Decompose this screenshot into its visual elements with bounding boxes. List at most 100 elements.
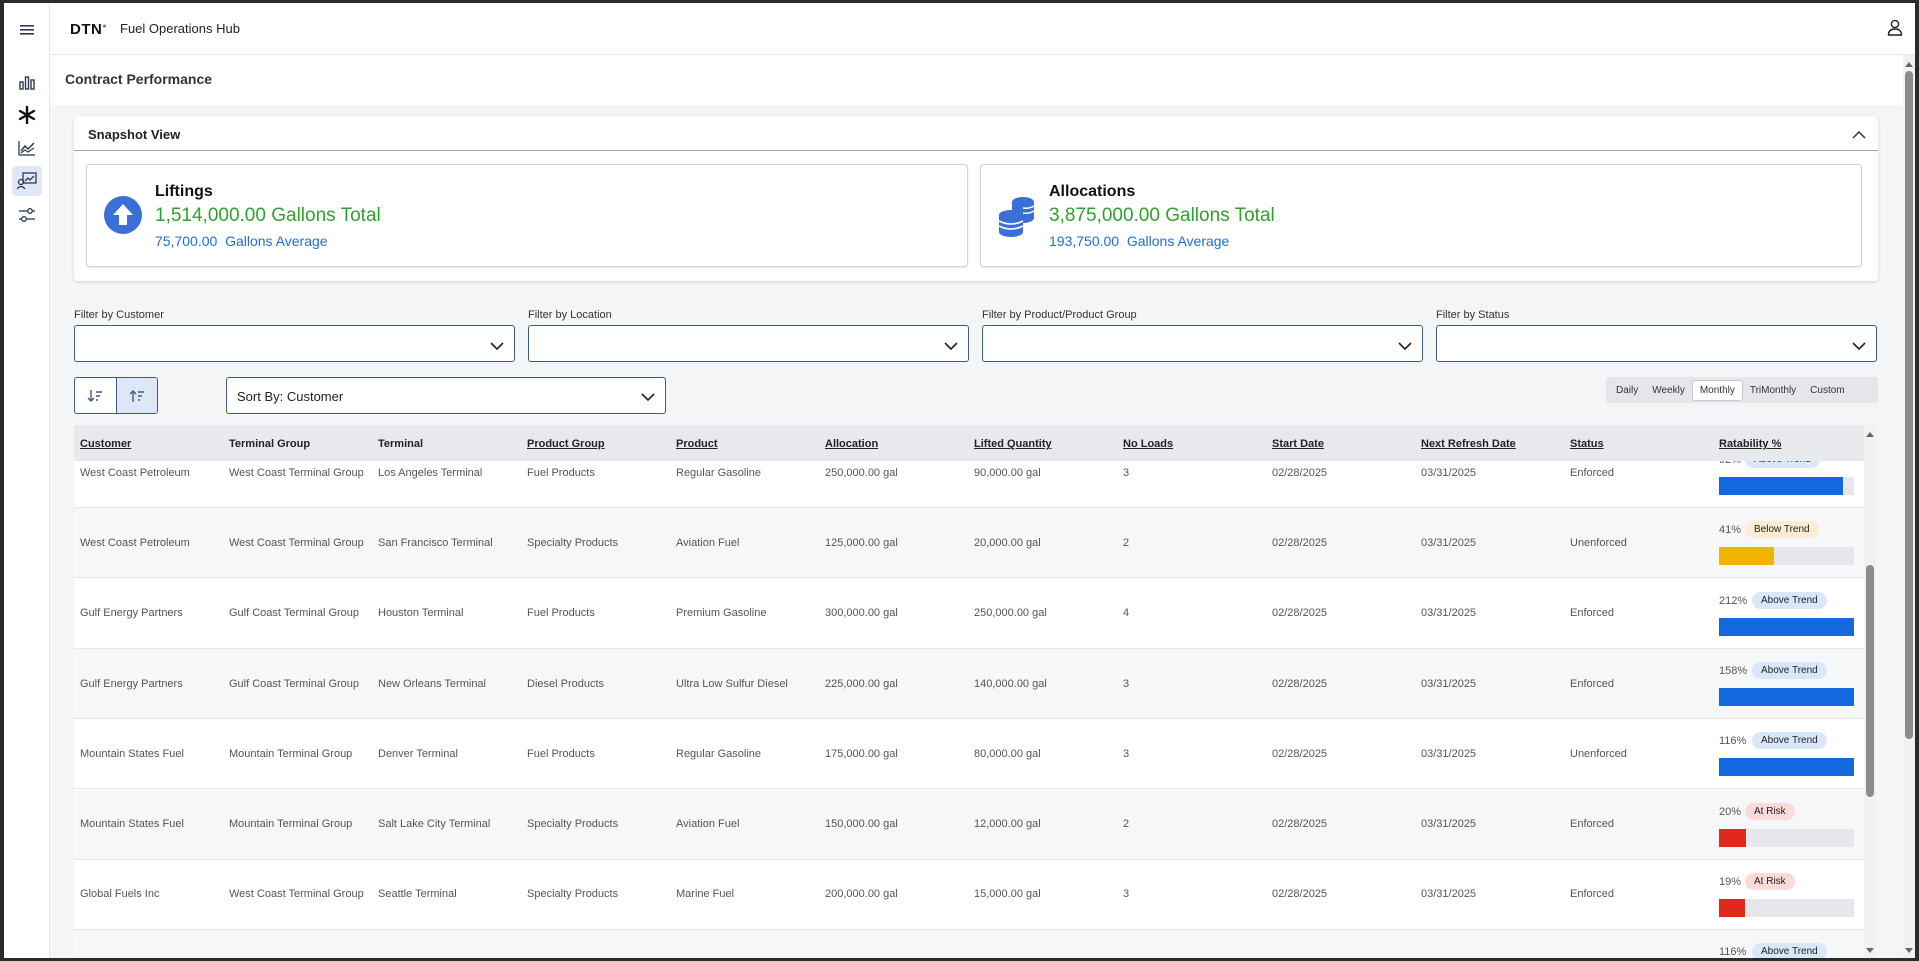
trend-badge: Above Trend: [1752, 661, 1827, 679]
cell-product-group: Fuel Products: [527, 607, 595, 620]
filter-customer-select[interactable]: [74, 325, 515, 362]
allocations-total: 3,875,000.00 Gallons Total: [1049, 205, 1275, 226]
trend-badge: At Risk: [1745, 802, 1795, 820]
table-row[interactable]: Mountain States Fuel Mountain Terminal Gr…: [74, 719, 1864, 790]
cell-allocation: [825, 930, 965, 958]
chevron-down-icon: [641, 390, 655, 405]
cell-start: 02/28/2025: [1272, 818, 1328, 831]
cell-terminal: Denver Terminal: [378, 747, 458, 760]
cell-customer: [80, 930, 220, 958]
period-toggle: Daily Weekly Monthly TriMonthly Custom: [1606, 377, 1878, 403]
cell-allocation: 225,000.00 gal: [825, 677, 898, 690]
ratability-bar-fill: [1719, 758, 1854, 777]
filter-location: Filter by Location: [528, 309, 969, 362]
left-nav-rail: [4, 3, 50, 958]
line-chart-icon[interactable]: [12, 133, 42, 163]
cell-terminal: Seattle Terminal: [378, 888, 457, 901]
page-title: Contract Performance: [65, 71, 213, 87]
cell-loads: 3: [1123, 747, 1130, 760]
menu-icon[interactable]: [12, 15, 42, 45]
trend-badge: Above Trend: [1752, 732, 1827, 750]
liftings-label: Liftings: [155, 183, 213, 200]
filter-product-label: Filter by Product/Product Group: [982, 309, 1137, 321]
col-next-refresh-date[interactable]: Next Refresh Date: [1421, 438, 1516, 450]
col-customer[interactable]: Customer: [80, 438, 131, 450]
cell-terminal-group: Gulf Coast Terminal Group: [229, 607, 360, 620]
filter-status-select[interactable]: [1436, 325, 1877, 362]
sort-desc-icon: [87, 389, 103, 402]
cell-status: Enforced: [1570, 677, 1615, 690]
ratability-bar-fill: [1719, 547, 1775, 566]
cell-loads: 3: [1123, 677, 1130, 690]
col-no-loads[interactable]: No Loads: [1123, 438, 1173, 450]
user-icon[interactable]: [1887, 19, 1903, 41]
cell-allocation: 125,000.00 gal: [825, 536, 898, 549]
col-status[interactable]: Status: [1570, 438, 1604, 450]
table-row[interactable]: Gulf Energy Partners Gulf Coast Terminal …: [74, 648, 1864, 719]
bar-chart-icon[interactable]: [12, 67, 42, 97]
cell-product: Ultra Low Sulfur Diesel: [676, 677, 788, 690]
chevron-up-icon[interactable]: [1852, 126, 1866, 144]
cell-refresh: 03/31/2025: [1421, 818, 1477, 831]
cell-lifted: 80,000.00 gal: [974, 747, 1041, 760]
sliders-icon[interactable]: [12, 200, 42, 230]
dtn-logo: DTN●: [70, 21, 108, 38]
page-scroll-thumb[interactable]: [1905, 71, 1913, 739]
period-custom[interactable]: Custom: [1803, 381, 1851, 400]
cell-loads: 2: [1123, 536, 1130, 549]
cell-product: Aviation Fuel: [676, 818, 740, 831]
period-trimonthly[interactable]: TriMonthly: [1743, 381, 1803, 400]
col-ratability[interactable]: Ratability %: [1719, 438, 1781, 450]
col-product-group[interactable]: Product Group: [527, 438, 605, 450]
cell-terminal-group: West Coast Terminal Group: [229, 888, 364, 901]
table-row[interactable]: Gulf Energy Partners Gulf Coast Terminal …: [74, 579, 1864, 649]
sort-ascending-button[interactable]: [115, 378, 157, 413]
cell-terminal-group: West Coast Terminal Group: [229, 536, 364, 549]
col-allocation[interactable]: Allocation: [825, 438, 878, 450]
ratability-bar: [1719, 477, 1854, 495]
ratability-bar: [1719, 828, 1854, 847]
filter-customer: Filter by Customer: [74, 309, 515, 362]
page-scrollbar[interactable]: [1903, 55, 1915, 958]
table-row[interactable]: Global Fuels Inc West Coast Terminal Grou…: [74, 860, 1864, 930]
cell-status: Enforced: [1570, 888, 1615, 901]
asterisk-icon[interactable]: [12, 100, 42, 130]
cell-terminal-group: Mountain Terminal Group: [229, 818, 353, 831]
cell-allocation: 300,000.00 gal: [825, 607, 898, 620]
filter-status-label: Filter by Status: [1436, 309, 1510, 321]
ratability-percent: 116%: [1719, 946, 1747, 958]
ratability-bar: [1719, 547, 1854, 566]
col-product[interactable]: Product: [676, 438, 718, 450]
cell-refresh: 03/31/2025: [1421, 607, 1477, 620]
col-start-date[interactable]: Start Date: [1272, 438, 1324, 450]
sort-descending-button[interactable]: [75, 378, 116, 413]
table-row[interactable]: West Coast Petroleum West Coast Terminal …: [74, 508, 1864, 579]
cell-terminal-group: [229, 930, 369, 958]
filter-product-select[interactable]: [982, 325, 1423, 362]
cell-refresh: 03/31/2025: [1421, 536, 1477, 549]
cell-product-group: Specialty Products: [527, 818, 619, 831]
col-lifted-quantity[interactable]: Lifted Quantity: [974, 438, 1052, 450]
cell-refresh: 03/31/2025: [1421, 747, 1477, 760]
cell-product-group: Diesel Products: [527, 677, 605, 690]
table-scroll-thumb[interactable]: [1866, 565, 1874, 797]
period-daily[interactable]: Daily: [1609, 381, 1645, 400]
period-weekly[interactable]: Weekly: [1645, 381, 1692, 400]
cell-allocation: 175,000.00 gal: [825, 747, 898, 760]
period-monthly[interactable]: Monthly: [1691, 379, 1743, 401]
app-window: DTN● Fuel Operations Hub Contract Perfor…: [4, 3, 1915, 958]
ratability-bar: [1719, 687, 1854, 706]
sort-by-select[interactable]: Sort By: Customer: [226, 377, 666, 414]
snapshot-header[interactable]: Snapshot View: [74, 116, 1878, 151]
analytics-icon[interactable]: [12, 166, 42, 196]
table-header: Customer Terminal Group Terminal Product…: [74, 425, 1864, 461]
cell-status: [1570, 930, 1710, 958]
filter-location-select[interactable]: [528, 325, 969, 362]
cell-product: [676, 930, 816, 958]
ratability-bar-fill: [1719, 617, 1854, 636]
allocations-label: Allocations: [1049, 183, 1136, 200]
table-scrollbar[interactable]: [1864, 425, 1876, 958]
contracts-table: West Coast Petroleum West Coast Terminal …: [74, 425, 1864, 958]
table-row[interactable]: 116% Above Trend: [74, 930, 1864, 958]
table-row[interactable]: Mountain States Fuel Mountain Terminal Gr…: [74, 789, 1864, 860]
